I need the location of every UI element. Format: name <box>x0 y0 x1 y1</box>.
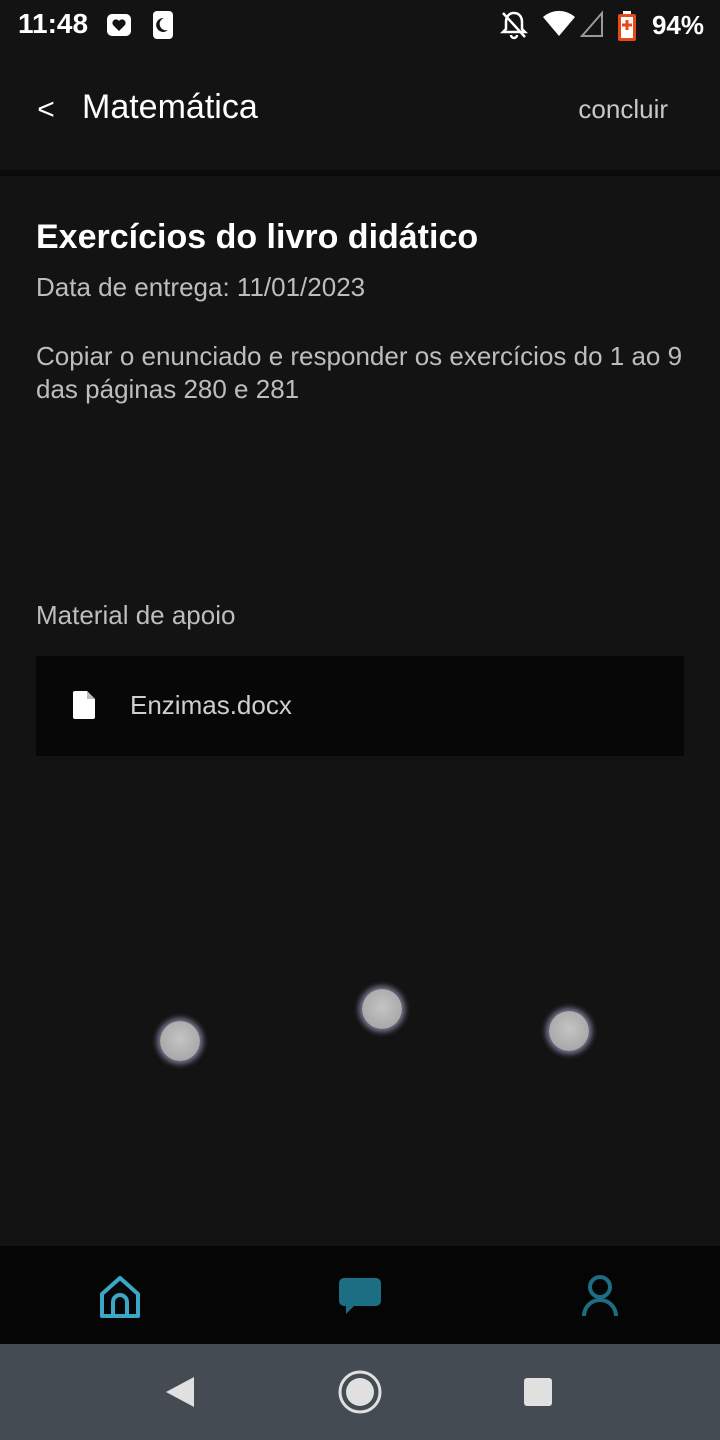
nav-home[interactable] <box>96 1272 144 1320</box>
battery-icon <box>616 10 638 47</box>
system-nav-bar <box>0 1344 720 1440</box>
system-recents-button[interactable] <box>523 1377 553 1412</box>
touch-indicator <box>549 1011 589 1051</box>
battery-percentage: 94% <box>651 10 704 40</box>
document-icon <box>72 690 96 725</box>
attachment-item[interactable]: Enzimas.docx <box>36 656 684 756</box>
moon-badge-icon <box>152 10 174 45</box>
signal-icon <box>579 10 604 43</box>
done-button[interactable]: concluir <box>578 94 668 125</box>
home-icon <box>100 1276 140 1318</box>
triangle-back-icon <box>166 1377 194 1407</box>
app-bar: < Matemática concluir <box>0 52 720 176</box>
back-button[interactable]: < <box>30 90 62 130</box>
status-bar: 11:48 94% <box>0 0 720 52</box>
system-home-button[interactable] <box>337 1369 383 1420</box>
nav-profile[interactable] <box>576 1272 624 1320</box>
support-material-label: Material de apoio <box>36 600 236 630</box>
page-title: Matemática <box>82 88 258 126</box>
touch-indicator <box>160 1021 200 1061</box>
circle-home-icon <box>338 1370 382 1414</box>
attachment-name: Enzimas.docx <box>130 690 292 720</box>
system-back-button[interactable] <box>164 1375 196 1414</box>
chat-icon <box>339 1278 381 1314</box>
square-recents-icon <box>524 1378 552 1406</box>
due-date: Data de entrega: 11/01/2023 <box>36 272 366 302</box>
nav-chat[interactable] <box>336 1272 384 1320</box>
bell-off-icon <box>499 10 529 45</box>
task-details: Exercícios do livro didático Data de ent… <box>36 214 684 406</box>
bottom-nav <box>0 1246 720 1344</box>
profile-icon <box>582 1275 618 1317</box>
task-title: Exercícios do livro didático <box>36 218 479 256</box>
wifi-icon <box>542 10 576 43</box>
status-time: 11:48 <box>18 8 89 39</box>
touch-indicator <box>362 989 402 1029</box>
task-description: Copiar o enunciado e responder os exercí… <box>36 341 683 404</box>
heart-badge-icon <box>106 10 132 43</box>
